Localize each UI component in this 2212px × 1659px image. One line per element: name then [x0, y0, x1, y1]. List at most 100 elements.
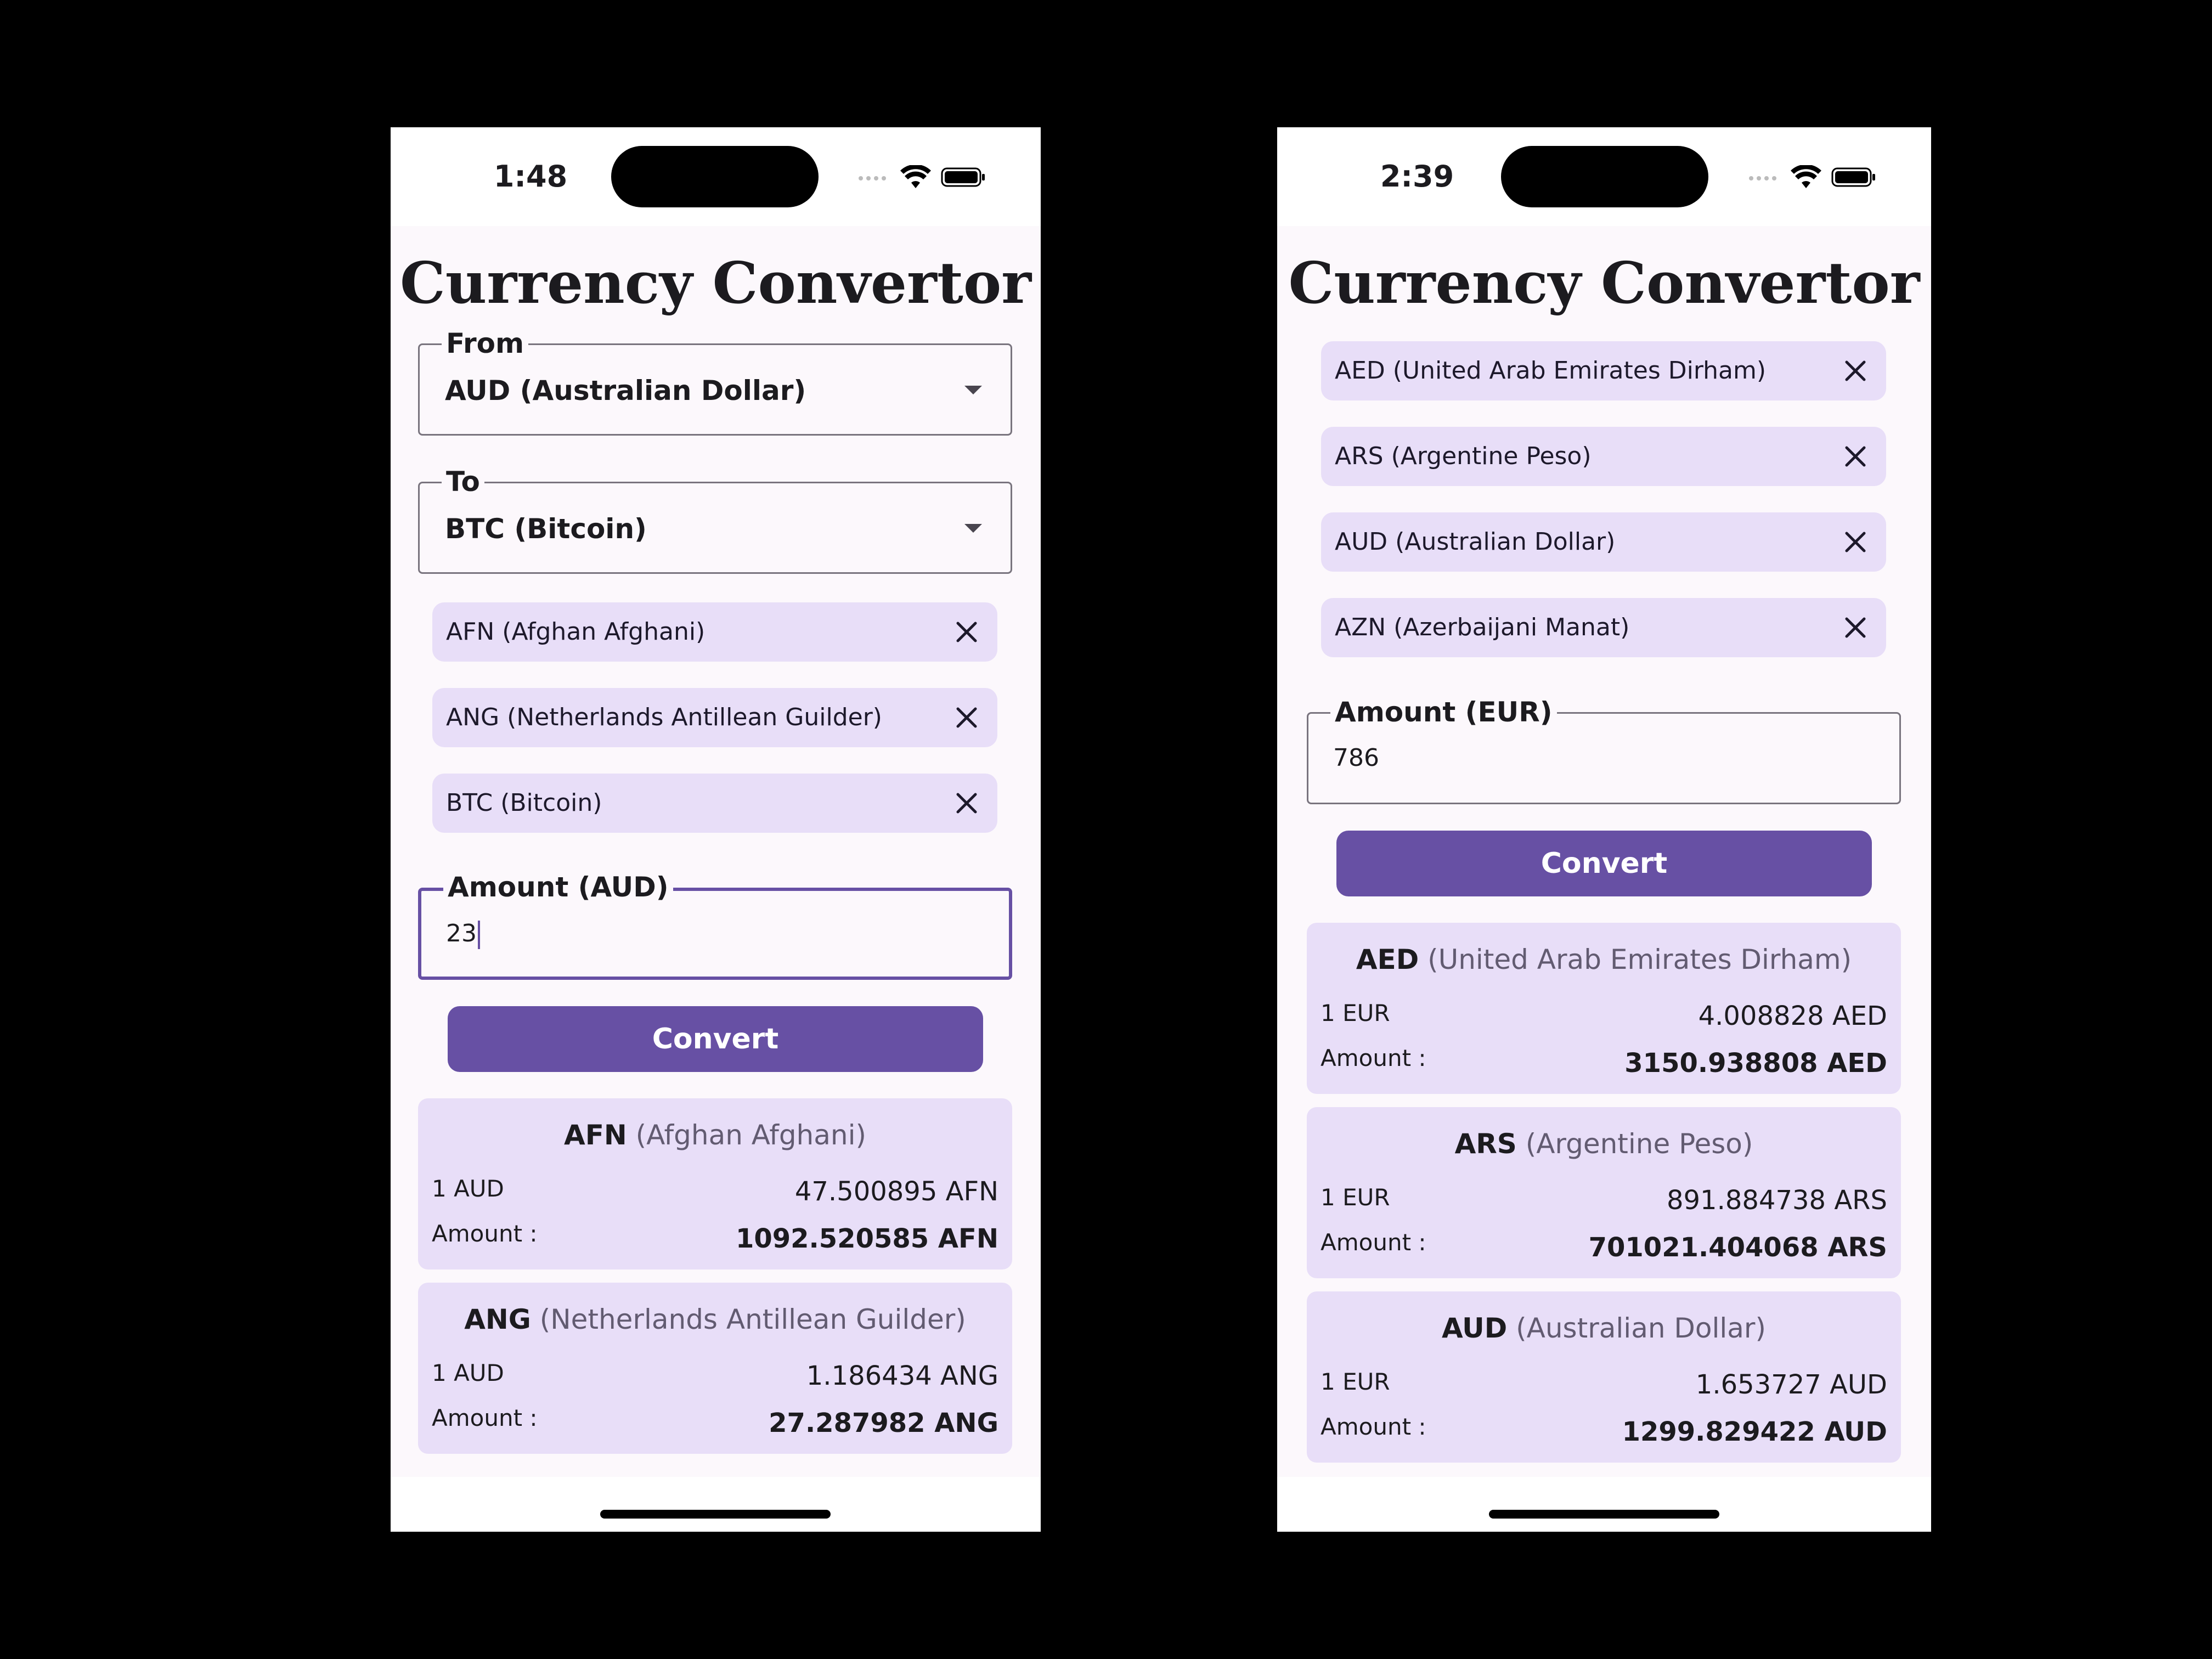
currency-name: (Netherlands Antillean Guilder)	[539, 1304, 966, 1335]
currency-code: AFN	[564, 1119, 627, 1151]
amount-input-value[interactable]: 23	[446, 919, 477, 947]
selected-currency-chip: AUD (Australian Dollar)	[1321, 512, 1886, 572]
convert-button[interactable]: Convert	[1336, 831, 1872, 896]
from-label: From	[442, 324, 529, 363]
status-icons	[857, 163, 986, 191]
converted-amount: 3150.938808 AED	[1624, 1048, 1887, 1079]
selected-currency-chip: AZN (Azerbaijani Manat)	[1321, 598, 1886, 657]
converted-amount: 1299.829422 AUD	[1622, 1417, 1887, 1447]
close-icon[interactable]	[1840, 527, 1871, 557]
signal-icon	[1749, 176, 1776, 180]
amount-label: Amount :	[432, 1220, 538, 1247]
selected-currency-chip: ANG (Netherlands Antillean Guilder)	[432, 688, 997, 747]
rate-label: 1 AUD	[432, 1175, 504, 1202]
result-card: ANG (Netherlands Antillean Guilder) 1 AU…	[418, 1283, 1012, 1454]
selected-currency-chip: AFN (Afghan Afghani)	[432, 602, 997, 662]
wifi-icon	[900, 165, 931, 188]
status-time: 1:48	[493, 159, 568, 194]
home-indicator[interactable]	[600, 1510, 831, 1519]
rate-value: 891.884738 ARS	[1666, 1185, 1887, 1216]
rate-label: 1 AUD	[432, 1359, 504, 1386]
selected-currency-chip: ARS (Argentine Peso)	[1321, 427, 1886, 486]
chip-label: AUD (Australian Dollar)	[1335, 528, 1616, 556]
rate-value: 1.186434 ANG	[806, 1361, 998, 1391]
to-select[interactable]: To BTC (Bitcoin)	[418, 462, 1012, 574]
wifi-icon	[1791, 165, 1821, 188]
result-card-heading: AFN (Afghan Afghani)	[418, 1119, 1012, 1151]
close-icon[interactable]	[1840, 356, 1871, 386]
result-card: AFN (Afghan Afghani) 1 AUD 47.500895 AFN…	[418, 1098, 1012, 1269]
amount-input[interactable]: Amount (AUD) 23	[418, 868, 1012, 980]
to-value: BTC (Bitcoin)	[445, 513, 647, 545]
result-card-heading: ANG (Netherlands Antillean Guilder)	[418, 1304, 1012, 1335]
home-area	[391, 1477, 1041, 1532]
status-time: 2:39	[1380, 159, 1454, 194]
currency-name: (Argentine Peso)	[1525, 1128, 1753, 1160]
close-icon[interactable]	[951, 617, 982, 647]
chip-label: AFN (Afghan Afghani)	[446, 618, 706, 646]
page-title: Currency Convertor	[1288, 249, 1920, 317]
convert-button[interactable]: Convert	[448, 1006, 983, 1072]
close-icon[interactable]	[951, 702, 982, 733]
rate-label: 1 EUR	[1321, 1184, 1390, 1211]
home-area	[1277, 1477, 1931, 1532]
amount-label: Amount (AUD)	[443, 868, 673, 906]
result-card: ARS (Argentine Peso) 1 EUR 891.884738 AR…	[1307, 1107, 1901, 1278]
chip-label: BTC (Bitcoin)	[446, 789, 602, 817]
selected-currency-chip: AED (United Arab Emirates Dirham)	[1321, 341, 1886, 400]
currency-code: ARS	[1454, 1128, 1517, 1160]
chip-label: ANG (Netherlands Antillean Guilder)	[446, 703, 882, 731]
dropdown-arrow-icon[interactable]	[964, 524, 982, 533]
currency-name: (Afghan Afghani)	[635, 1119, 866, 1151]
result-card-heading: AUD (Australian Dollar)	[1307, 1312, 1901, 1344]
close-icon[interactable]	[1840, 612, 1871, 643]
to-label: To	[442, 462, 484, 501]
dynamic-island	[611, 146, 819, 207]
converted-amount: 701021.404068 ARS	[1588, 1232, 1887, 1263]
result-card-heading: AED (United Arab Emirates Dirham)	[1307, 944, 1901, 975]
page-title: Currency Convertor	[399, 249, 1032, 317]
chip-label: AZN (Azerbaijani Manat)	[1335, 613, 1630, 641]
rate-value: 47.500895 AFN	[794, 1176, 998, 1207]
currency-code: AUD	[1441, 1312, 1508, 1344]
dropdown-arrow-icon[interactable]	[964, 386, 982, 394]
from-value: AUD (Australian Dollar)	[445, 375, 806, 407]
chip-label: ARS (Argentine Peso)	[1335, 442, 1592, 470]
currency-code: ANG	[464, 1304, 531, 1335]
phone-screen-left: 1:48 Currency Convertor From AUD (Austra…	[391, 127, 1041, 1532]
currency-name: (United Arab Emirates Dirham)	[1427, 944, 1852, 975]
result-card: AUD (Australian Dollar) 1 EUR 1.653727 A…	[1307, 1291, 1901, 1463]
converted-amount: 1092.520585 AFN	[735, 1223, 998, 1254]
amount-input[interactable]: Amount (EUR) 786	[1307, 693, 1901, 804]
phone-screen-right: 2:39 Currency Convertor AED (United Arab…	[1277, 127, 1931, 1532]
status-icons	[1748, 163, 1876, 191]
currency-name: (Australian Dollar)	[1516, 1312, 1766, 1344]
home-indicator[interactable]	[1489, 1510, 1719, 1519]
rate-value: 4.008828 AED	[1698, 1001, 1887, 1031]
converted-amount: 27.287982 ANG	[769, 1408, 998, 1438]
battery-icon	[941, 167, 985, 187]
dynamic-island	[1501, 146, 1708, 207]
chip-label: AED (United Arab Emirates Dirham)	[1335, 357, 1767, 385]
rate-value: 1.653727 AUD	[1695, 1369, 1887, 1400]
status-bar: 2:39	[1277, 127, 1931, 226]
currency-code: AED	[1356, 944, 1419, 975]
amount-input-value[interactable]: 786	[1333, 744, 1379, 772]
status-bar: 1:48	[391, 127, 1041, 226]
close-icon[interactable]	[1840, 441, 1871, 472]
text-cursor	[478, 921, 480, 949]
amount-label: Amount (EUR)	[1330, 693, 1557, 731]
result-card: AED (United Arab Emirates Dirham) 1 EUR …	[1307, 923, 1901, 1094]
rate-label: 1 EUR	[1321, 1000, 1390, 1026]
rate-label: 1 EUR	[1321, 1368, 1390, 1395]
result-card-heading: ARS (Argentine Peso)	[1307, 1128, 1901, 1160]
amount-label: Amount :	[1321, 1229, 1426, 1256]
from-select[interactable]: From AUD (Australian Dollar)	[418, 324, 1012, 436]
amount-label: Amount :	[1321, 1413, 1426, 1440]
selected-currency-chip: BTC (Bitcoin)	[432, 774, 997, 833]
signal-icon	[859, 176, 886, 180]
amount-label: Amount :	[432, 1404, 538, 1431]
amount-label: Amount :	[1321, 1045, 1426, 1071]
close-icon[interactable]	[951, 788, 982, 819]
battery-icon	[1831, 167, 1875, 187]
